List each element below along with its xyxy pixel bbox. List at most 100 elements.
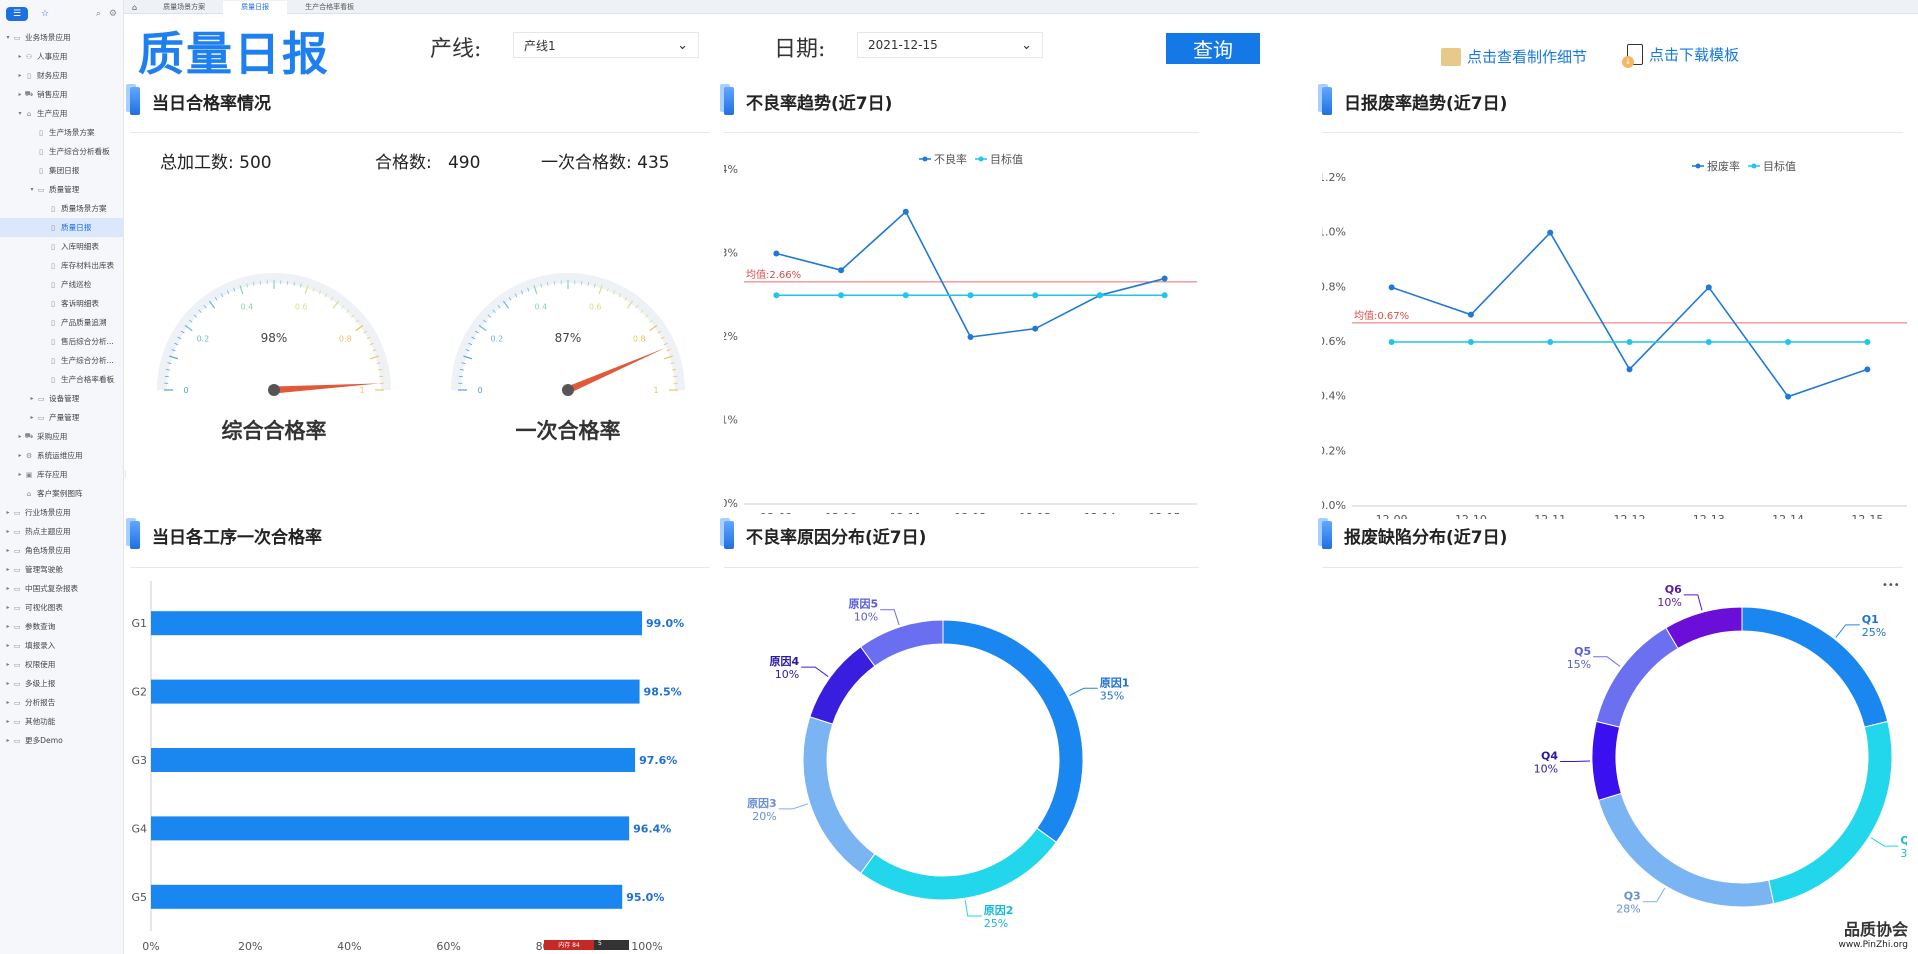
line-select[interactable]: 产线1 ⌄	[513, 32, 699, 58]
sidebar-item-8[interactable]: ▾ ▭ 质量管理	[0, 180, 123, 199]
sidebar-item-33[interactable]: ▸ ▭ 权限使用	[0, 655, 123, 674]
folder-icon: ▭	[13, 641, 21, 650]
tree-arrow-icon[interactable]: ▸	[16, 433, 24, 440]
query-button[interactable]: 查询	[1166, 33, 1260, 64]
sidebar-item-4[interactable]: ▾ ⌂ 生产应用	[0, 104, 123, 123]
series-point	[838, 292, 845, 299]
download-template-link[interactable]: ↓ 点击下载模板	[1622, 44, 1739, 68]
tree-arrow-icon[interactable]: ▸	[4, 661, 12, 668]
sidebar-item-label: 入库明细表	[61, 242, 99, 251]
sidebar-item-24[interactable]: ⌂ 客户案例图阵	[0, 484, 123, 503]
slice-leader	[1835, 624, 1860, 638]
sidebar-item-25[interactable]: ▸ ▭ 行业场景应用	[0, 503, 123, 522]
folder-icon: ▭	[13, 660, 21, 669]
sidebar-item-31[interactable]: ▸ ▭ 参数查询	[0, 617, 123, 636]
sidebar-item-15[interactable]: ▯ 产品质量追溯	[0, 313, 123, 332]
series-point	[773, 250, 780, 257]
bar-G4	[151, 816, 630, 841]
sidebar-item-2[interactable]: ▸ ▯ 财务应用	[0, 66, 123, 85]
folder-icon: ▭	[13, 527, 21, 536]
tree-arrow-icon[interactable]: ▸	[4, 566, 12, 573]
tree-arrow-icon[interactable]: ▸	[4, 509, 12, 516]
sidebar-item-11[interactable]: ▯ 入库明细表	[0, 237, 123, 256]
y-tick-label: 0.8%	[1322, 280, 1346, 293]
scrap-defect-panel-title: 报废缺陷分布(近7日)	[1322, 520, 1507, 550]
tree-arrow-icon[interactable]: ▾	[28, 186, 36, 193]
tree-arrow-icon[interactable]: ▸	[4, 642, 12, 649]
more-options-icon[interactable]: •••	[1882, 580, 1900, 591]
sidebar-item-30[interactable]: ▸ ▭ 可视化图表	[0, 598, 123, 617]
sidebar-item-1[interactable]: ▸ ⚇ 人事应用	[0, 47, 123, 66]
sidebar-item-20[interactable]: ▸ ▭ 产量管理	[0, 408, 123, 427]
gauge-tick-label: 0.2	[490, 334, 503, 343]
sidebar-item-10[interactable]: ▯ 质量日报	[0, 218, 123, 237]
settings-icon[interactable]: ⚙	[109, 9, 117, 19]
sidebar-item-36[interactable]: ▸ ▭ 其他功能	[0, 712, 123, 731]
sidebar-item-0[interactable]: ▾ ▭ 业务场景应用	[0, 28, 123, 47]
home-icon[interactable]: ⌂	[124, 3, 145, 12]
sidebar-item-label: 库存应用	[37, 470, 68, 479]
sidebar-item-5[interactable]: ▯ 生产场景方案	[0, 123, 123, 142]
sidebar-item-9[interactable]: ▯ 质量场景方案	[0, 199, 123, 218]
tree-arrow-icon[interactable]: ▸	[4, 604, 12, 611]
tree-arrow-icon[interactable]: ▸	[28, 414, 36, 421]
sidebar-item-35[interactable]: ▸ ▭ 分析报告	[0, 693, 123, 712]
sidebar-item-3[interactable]: ▸ ⛟ 销售应用	[0, 85, 123, 104]
tree-arrow-icon[interactable]: ▸	[16, 91, 24, 98]
sidebar-item-27[interactable]: ▸ ▭ 角色场景应用	[0, 541, 123, 560]
slice-name-label: Q2	[1900, 834, 1907, 847]
tree-arrow-icon[interactable]: ▸	[4, 528, 12, 535]
sidebar-item-18[interactable]: ▯ 生产合格率看板	[0, 370, 123, 389]
date-select[interactable]: 2021-12-15 ⌄	[857, 32, 1043, 58]
tree-arrow-icon[interactable]: ▾	[4, 34, 12, 41]
gauge-tick-label: 0.2	[196, 334, 209, 343]
sidebar-item-29[interactable]: ▸ ▭ 中国式复杂报表	[0, 579, 123, 598]
gauge-tick-label: 0.6	[295, 302, 308, 311]
x-tick-label: 12-13	[1693, 513, 1725, 519]
tree-arrow-icon[interactable]: ▸	[4, 699, 12, 706]
tree-arrow-icon[interactable]: ▸	[16, 452, 24, 459]
sidebar-item-26[interactable]: ▸ ▭ 热点主题应用	[0, 522, 123, 541]
sidebar-item-21[interactable]: ▸ ⛟ 采购应用	[0, 427, 123, 446]
gauge-tick	[164, 375, 169, 378]
tree-arrow-icon[interactable]: ▸	[4, 680, 12, 687]
sidebar-item-13[interactable]: ▯ 产线巡检	[0, 275, 123, 294]
tree-arrow-icon[interactable]: ▾	[16, 110, 24, 117]
tree-arrow-icon[interactable]: ▸	[16, 471, 24, 478]
sidebar-item-label: 销售应用	[37, 90, 68, 99]
tree-arrow-icon[interactable]: ▸	[16, 53, 24, 60]
sidebar-item-28[interactable]: ▸ ▭ 管理驾驶舱	[0, 560, 123, 579]
slice-name-label: 原因1	[1100, 676, 1130, 689]
sidebar-item-7[interactable]: ▯ 集团日报	[0, 161, 123, 180]
tab-0[interactable]: 质量场景方案	[145, 1, 223, 14]
tree-arrow-icon[interactable]: ▸	[4, 623, 12, 630]
sidebar-item-32[interactable]: ▸ ▭ 填报录入	[0, 636, 123, 655]
sidebar-item-label: 质量场景方案	[61, 204, 107, 213]
sidebar-item-17[interactable]: ▯ 生产综合分析...	[0, 351, 123, 370]
view-detail-link[interactable]: 点击查看制作细节	[1441, 46, 1587, 67]
sidebar-item-37[interactable]: ▸ ▭ 更多Demo	[0, 731, 123, 750]
sidebar-item-14[interactable]: ▯ 客诉明细表	[0, 294, 123, 313]
tree-arrow-icon[interactable]: ▸	[4, 585, 12, 592]
sidebar-item-12[interactable]: ▯ 库存材料出库表	[0, 256, 123, 275]
tree-arrow-icon[interactable]: ▸	[4, 718, 12, 725]
average-label: 均值:0.67%	[1354, 309, 1409, 322]
sidebar-item-22[interactable]: ▸ ⚙ 系统运维应用	[0, 446, 123, 465]
tab-1[interactable]: 质量日报	[223, 0, 288, 14]
tree-arrow-icon[interactable]: ▸	[4, 737, 12, 744]
x-tick-label: 40%	[337, 940, 361, 953]
slice-percent-label: 35%	[1100, 689, 1124, 702]
sidebar-item-19[interactable]: ▸ ▭ 设备管理	[0, 389, 123, 408]
menu-list-icon[interactable]: ☰	[6, 7, 28, 21]
sidebar-item-6[interactable]: ▯ 生产综合分析看板	[0, 142, 123, 161]
favorite-star-icon[interactable]: ☆	[34, 7, 56, 21]
tree-arrow-icon[interactable]: ▸	[28, 395, 36, 402]
tab-2[interactable]: 生产合格率看板	[287, 1, 372, 14]
sidebar-item-16[interactable]: ▯ 售后综合分析...	[0, 332, 123, 351]
doc-icon: ▯	[27, 71, 31, 80]
sidebar-item-23[interactable]: ▸ ▣ 库存应用	[0, 465, 123, 484]
tree-arrow-icon[interactable]: ▸	[16, 72, 24, 79]
search-icon[interactable]: ⌕	[96, 9, 101, 19]
tree-arrow-icon[interactable]: ▸	[4, 547, 12, 554]
sidebar-item-34[interactable]: ▸ ▭ 多级上报	[0, 674, 123, 693]
